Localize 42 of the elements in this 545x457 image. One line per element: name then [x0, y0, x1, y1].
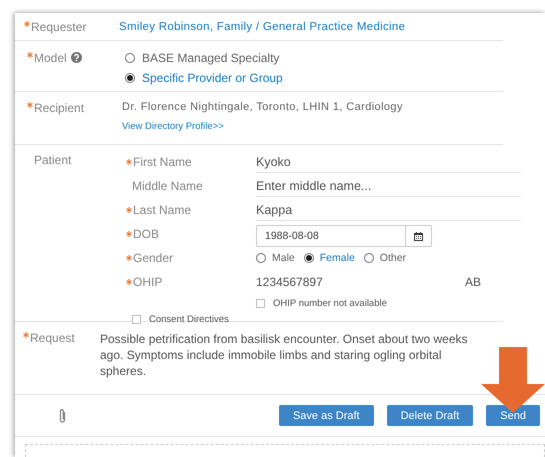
recipient-value: Dr. Florence Nightingale, Toronto, LHIN 1, Cardiology: [122, 101, 404, 113]
directory-profile-link[interactable]: View Directory Profile>>: [122, 121, 224, 132]
checkbox-label[interactable]: OHIP number not available: [273, 298, 387, 308]
field-label: Recipient: [34, 101, 84, 115]
field-label: Last Name: [133, 203, 192, 217]
province-value: AB: [464, 275, 481, 289]
text-field[interactable]: Kappa: [256, 199, 521, 221]
option-label[interactable]: Male: [272, 252, 295, 264]
radio-button[interactable]: [125, 53, 135, 63]
pointer-arrow: [481, 347, 545, 413]
field-label: First Name: [133, 155, 192, 169]
checkbox[interactable]: [256, 298, 265, 308]
option-label[interactable]: Female: [320, 252, 355, 264]
field-label: Gender: [133, 251, 174, 265]
checkbox-label[interactable]: Consent Directives: [149, 314, 229, 324]
radio-button[interactable]: [125, 73, 135, 83]
text-field[interactable]: Enter middle name...: [256, 175, 521, 197]
action-button[interactable]: Send: [486, 405, 540, 426]
ohip-value: 1234567897: [256, 275, 323, 289]
radio-button[interactable]: [304, 253, 314, 263]
calendar-icon[interactable]: [414, 232, 423, 240]
date-field[interactable]: 1988-08-08: [256, 225, 432, 247]
option-label[interactable]: Other: [380, 252, 406, 264]
field-label: Requester: [31, 20, 86, 34]
text-field[interactable]: Kyoko: [256, 151, 521, 173]
option-label[interactable]: BASE Managed Specialty: [142, 51, 280, 65]
section-label: Patient: [34, 152, 72, 169]
action-button[interactable]: Delete Draft: [386, 405, 474, 426]
paperclip-icon[interactable]: [58, 408, 67, 424]
option-label[interactable]: Specific Provider or Group: [142, 71, 283, 85]
help-icon[interactable]: [70, 52, 82, 63]
field-label: DOB: [133, 227, 160, 241]
radio-button[interactable]: [256, 253, 266, 263]
requester-value: Smiley Robinson, Family / General Practice Medicine: [119, 20, 406, 32]
field-label: OHIP: [133, 275, 162, 289]
radio-button[interactable]: [364, 253, 374, 263]
field-label: Middle Name: [132, 179, 203, 193]
request-text: Possible petrification from basilisk encounter. Onset about two weeks ago. Symptoms include immobile limbs and staring ogling orbital spheres.: [100, 331, 469, 379]
field-label: Request: [30, 331, 75, 345]
action-button[interactable]: Save as Draft: [278, 405, 374, 426]
checkbox[interactable]: [132, 314, 141, 324]
field-label: Model: [34, 51, 67, 65]
